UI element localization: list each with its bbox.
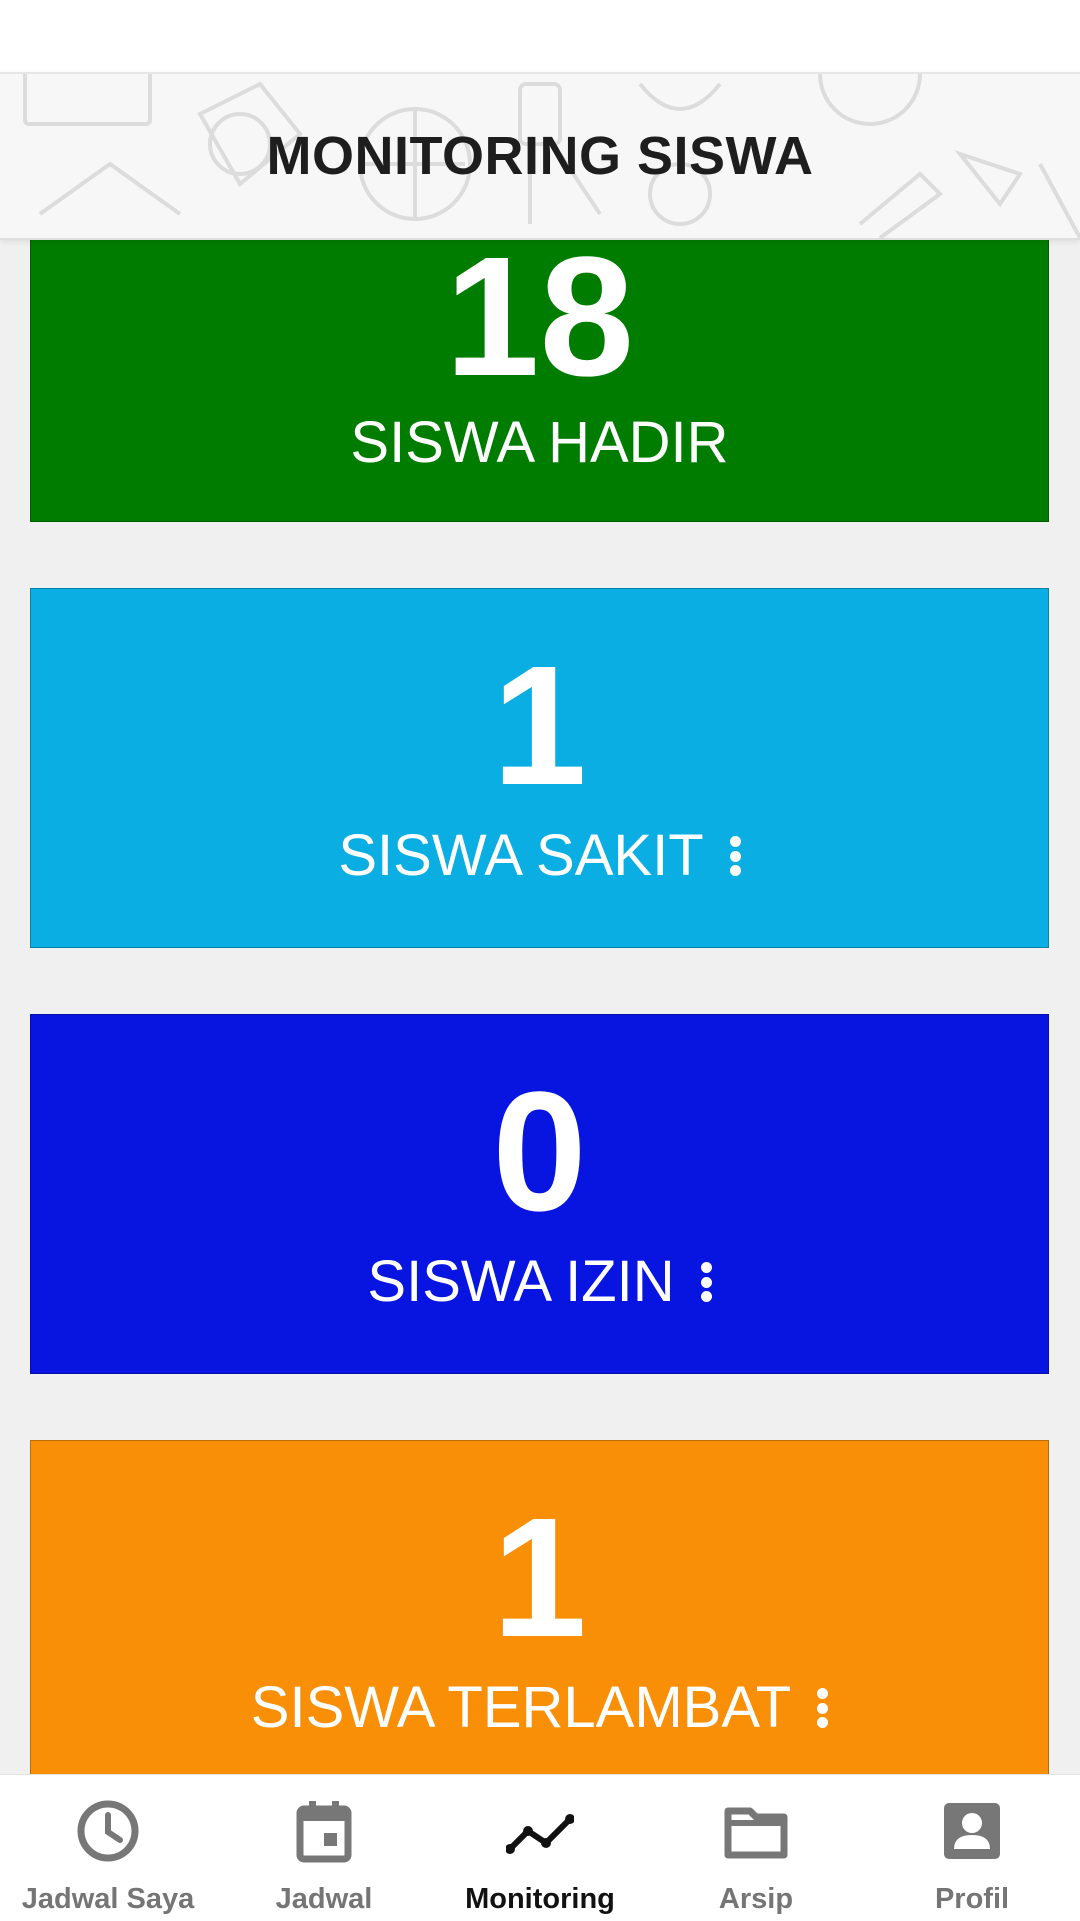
page-title: MONITORING SISWA — [266, 126, 814, 186]
nav-label: Profil — [934, 1883, 1010, 1915]
profile-icon — [944, 1803, 1000, 1859]
attendance-card-permission[interactable]: 0 SISWA IZIN — [30, 1014, 1049, 1374]
clock-icon — [77, 1800, 139, 1862]
calendar-icon — [296, 1801, 352, 1863]
attendance-card-present[interactable]: 18 SISWA HADIR — [30, 236, 1049, 522]
more-vert-icon[interactable] — [817, 1688, 829, 1728]
sick-count: 1 — [492, 631, 587, 821]
status-bar — [0, 0, 1080, 72]
sick-label: SISWA SAKIT — [31, 821, 1048, 891]
nav-item-jadwal-saya[interactable]: Jadwal Saya — [0, 1775, 216, 1921]
nav-item-profil[interactable]: Profil — [864, 1775, 1080, 1921]
present-label-text: SISWA HADIR — [350, 410, 729, 475]
nav-label: Monitoring — [465, 1883, 615, 1915]
present-count: 18 — [444, 236, 635, 412]
attendance-card-sick[interactable]: 1 SISWA SAKIT — [30, 588, 1049, 948]
permission-label: SISWA IZIN — [31, 1247, 1048, 1317]
late-label-text: SISWA TERLAMBAT — [250, 1675, 792, 1740]
nav-item-monitoring[interactable]: Monitoring — [432, 1775, 648, 1921]
more-vert-icon[interactable] — [729, 836, 741, 876]
more-vert-icon[interactable] — [700, 1262, 712, 1302]
nav-item-arsip[interactable]: Arsip — [648, 1775, 864, 1921]
monitoring-cards-list: 18 SISWA HADIR 1 SISWA SAKIT 0 SISWA IZI… — [0, 236, 1080, 1774]
attendance-card-late[interactable]: 1 SISWA TERLAMBAT — [30, 1440, 1049, 1774]
nav-item-jadwal[interactable]: Jadwal — [216, 1775, 432, 1921]
permission-count: 0 — [492, 1057, 587, 1247]
present-label: SISWA HADIR — [31, 408, 1048, 478]
bottom-navigation: Jadwal Saya Jadwal Monitoring Arsip Prof… — [0, 1774, 1080, 1921]
app-header: MONITORING SISWA — [0, 72, 1080, 240]
trend-line-icon — [506, 1814, 574, 1854]
folder-icon — [724, 1807, 788, 1859]
nav-label: Jadwal — [275, 1883, 373, 1915]
late-label: SISWA TERLAMBAT — [31, 1673, 1048, 1743]
permission-label-text: SISWA IZIN — [367, 1249, 675, 1314]
nav-label: Arsip — [718, 1883, 794, 1915]
late-count: 1 — [492, 1483, 587, 1673]
sick-label-text: SISWA SAKIT — [338, 823, 704, 888]
nav-label: Jadwal Saya — [21, 1883, 195, 1915]
